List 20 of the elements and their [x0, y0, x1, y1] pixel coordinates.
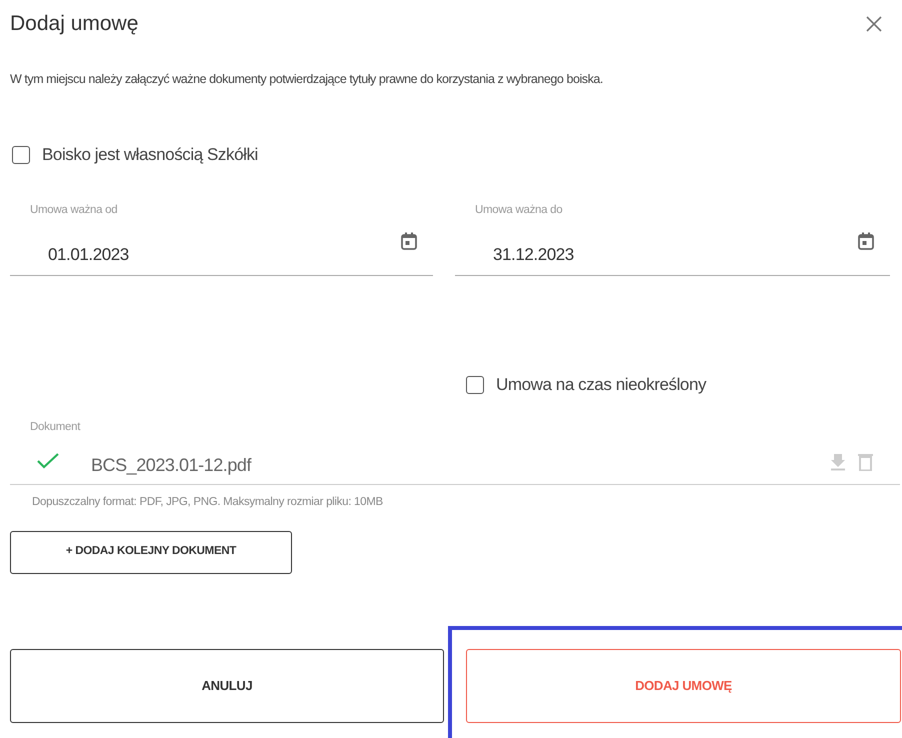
close-icon[interactable]: [864, 14, 884, 34]
description-text: W tym miejscu należy załączyć ważne dokumenty potwierdzające tytuły prawne do korzystania z wybranego boiska.: [9, 70, 604, 88]
checkbox-label: Umowa na czas nieokreślony: [496, 374, 706, 396]
field-label: Umowa ważna do: [475, 202, 562, 218]
checkbox-label: Boisko jest własnością Szkółki: [42, 144, 258, 166]
field-label: Dokument: [30, 420, 80, 436]
cancel-button[interactable]: ANULUJ: [10, 648, 444, 722]
field-value: 01.01.2023: [48, 244, 129, 266]
field-value: 31.12.2023: [493, 244, 574, 266]
calendar-icon[interactable]: [401, 232, 417, 250]
dialog-title: Dodaj umowę: [10, 11, 138, 37]
field-label: Umowa ważna od: [30, 202, 118, 218]
hint-text: Dopuszczalny format: PDF, JPG, PNG. Maksymalny rozmiar pliku: 10MB: [31, 495, 384, 510]
checkbox[interactable]: [12, 146, 30, 164]
date-field[interactable]: Umowa ważna do 31.12.2023: [455, 194, 890, 276]
date-field[interactable]: Umowa ważna od 01.01.2023: [10, 194, 433, 276]
checkbox[interactable]: [466, 376, 484, 394]
calendar-icon[interactable]: [858, 232, 874, 250]
file-name: BCS_2023.01-12.pdf: [91, 454, 252, 478]
add-document-button[interactable]: + DODAJ KOLEJNY DOKUMENT: [10, 530, 292, 574]
